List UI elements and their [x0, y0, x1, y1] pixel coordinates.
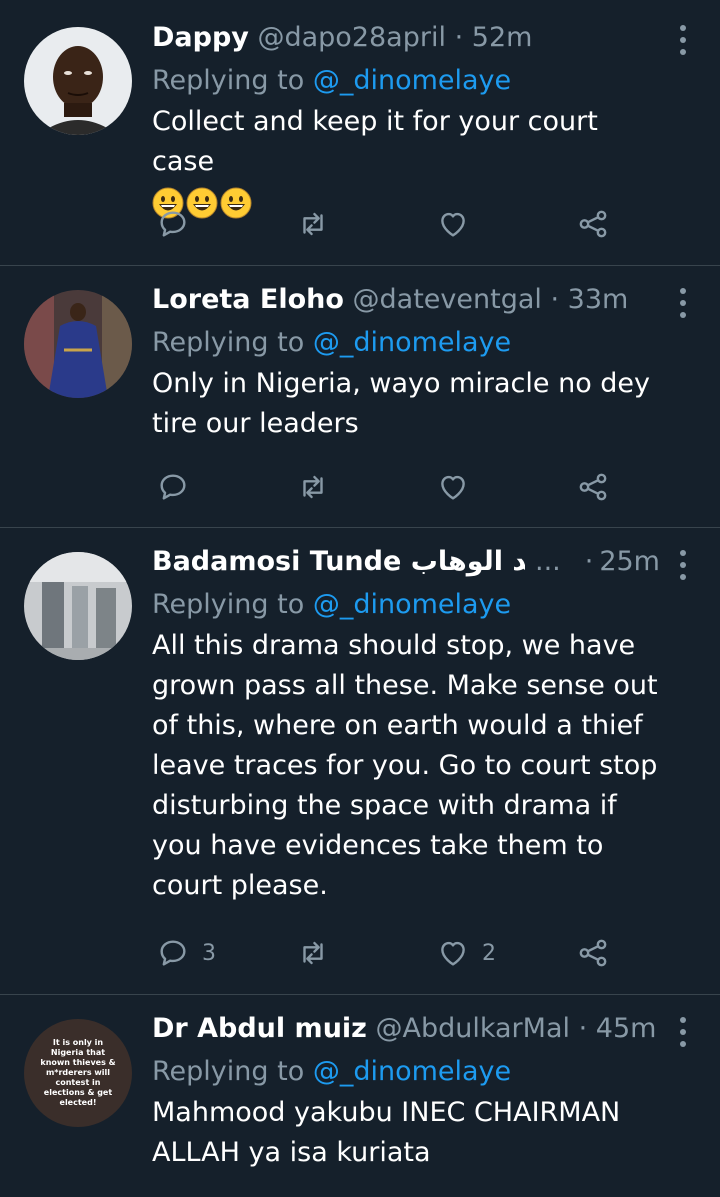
more-options-icon[interactable] [678, 25, 688, 55]
user-handle[interactable]: @dapo28april [257, 22, 446, 53]
avatar[interactable]: It is only in Nigeria that known thieves… [24, 1019, 132, 1127]
avatar-caption: It is only in Nigeria that known thieves… [40, 1038, 116, 1107]
separator-dot: · [584, 546, 594, 577]
action-bar [152, 467, 632, 507]
user-handle[interactable]: @AbdulkarMal [375, 1013, 570, 1044]
reply-feed: Dappy @dapo28april · 52m Replying to @_d… [0, 0, 720, 1197]
mention-link[interactable]: @_dinomelaye [313, 1056, 511, 1087]
share-icon [579, 473, 607, 501]
timestamp[interactable]: 33m [568, 284, 629, 315]
tweet-header: Dr Abdul muiz @AbdulkarMal · 45m [152, 1011, 660, 1047]
reply-button[interactable] [156, 204, 202, 244]
tweet-header: Badamosi Tunde عبد الوهاب ... · 25m [152, 544, 660, 580]
replying-to: Replying to @_dinomelaye [152, 584, 660, 626]
display-name[interactable]: Dr Abdul muiz [152, 1013, 367, 1044]
reply-icon [160, 474, 186, 500]
replying-to-label: Replying to [152, 65, 313, 96]
retweet-button[interactable] [296, 933, 330, 973]
more-options-icon[interactable] [678, 288, 688, 318]
reply-icon [160, 211, 186, 237]
tweet-text: Only in Nigeria, wayo miracle no dey tir… [152, 368, 651, 439]
retweet-icon [303, 212, 323, 236]
heart-icon [441, 475, 465, 500]
mention-link[interactable]: @_dinomelaye [313, 65, 511, 96]
share-icon [579, 939, 607, 967]
action-bar: 3 2 [152, 933, 632, 973]
like-count: 2 [482, 940, 496, 966]
tweet-header: Loreta Eloho @dateventgal · 33m [152, 282, 660, 318]
timestamp[interactable]: 52m [472, 22, 533, 53]
like-button[interactable] [436, 204, 482, 244]
replying-to-label: Replying to [152, 589, 313, 620]
retweet-icon [303, 941, 323, 965]
more-options-icon[interactable] [678, 550, 688, 580]
retweet-button[interactable] [296, 204, 330, 244]
tweet-body: Collect and keep it for your court case [152, 106, 598, 177]
reply-button[interactable] [156, 467, 202, 507]
display-name[interactable]: Loreta Eloho [152, 284, 344, 315]
replying-to-label: Replying to [152, 327, 313, 358]
user-handle[interactable]: ... [535, 544, 561, 580]
like-button[interactable] [436, 467, 482, 507]
separator-dot: · [550, 284, 560, 315]
action-bar [152, 204, 632, 244]
display-name[interactable]: Dappy [152, 22, 249, 53]
share-button[interactable] [576, 204, 610, 244]
timestamp[interactable]: 25m [599, 544, 660, 580]
avatar[interactable] [24, 27, 132, 135]
share-icon [579, 210, 607, 238]
replying-to-label: Replying to [152, 1056, 313, 1087]
avatar[interactable] [24, 552, 132, 660]
timestamp[interactable]: 45m [596, 1013, 657, 1044]
share-button[interactable] [576, 933, 610, 973]
more-options-icon[interactable] [678, 1017, 688, 1047]
tweet-header: Dappy @dapo28april · 52m [152, 20, 660, 56]
mention-link[interactable]: @_dinomelaye [313, 589, 511, 620]
avatar[interactable] [24, 290, 132, 398]
tweet[interactable]: Dappy @dapo28april · 52m Replying to @_d… [0, 0, 720, 266]
tweet[interactable]: Loreta Eloho @dateventgal · 33m Replying… [0, 266, 720, 528]
separator-dot: · [578, 1013, 588, 1044]
display-name[interactable]: Badamosi Tunde عبد الوهاب [152, 544, 525, 580]
tweet-text: Mahmood yakubu INEC CHAIRMAN ALLAH ya is… [152, 1097, 621, 1168]
replying-to: Replying to @_dinomelaye [152, 1051, 660, 1093]
tweet-text: All this drama should stop, we have grow… [152, 630, 658, 901]
mention-link[interactable]: @_dinomelaye [313, 327, 511, 358]
like-button[interactable]: 2 [436, 933, 496, 973]
reply-icon [160, 940, 186, 966]
reply-count: 3 [202, 940, 216, 966]
heart-icon [441, 941, 465, 966]
heart-icon [441, 212, 465, 237]
replying-to: Replying to @_dinomelaye [152, 60, 660, 102]
replying-to: Replying to @_dinomelaye [152, 322, 660, 364]
retweet-icon [303, 475, 323, 499]
reply-button[interactable]: 3 [156, 933, 216, 973]
tweet[interactable]: Badamosi Tunde عبد الوهاب ... · 25m Repl… [0, 528, 720, 995]
retweet-button[interactable] [296, 467, 330, 507]
user-handle[interactable]: @dateventgal [353, 284, 542, 315]
tweet[interactable]: It is only in Nigeria that known thieves… [0, 995, 720, 1197]
share-button[interactable] [576, 467, 610, 507]
separator-dot: · [454, 22, 464, 53]
